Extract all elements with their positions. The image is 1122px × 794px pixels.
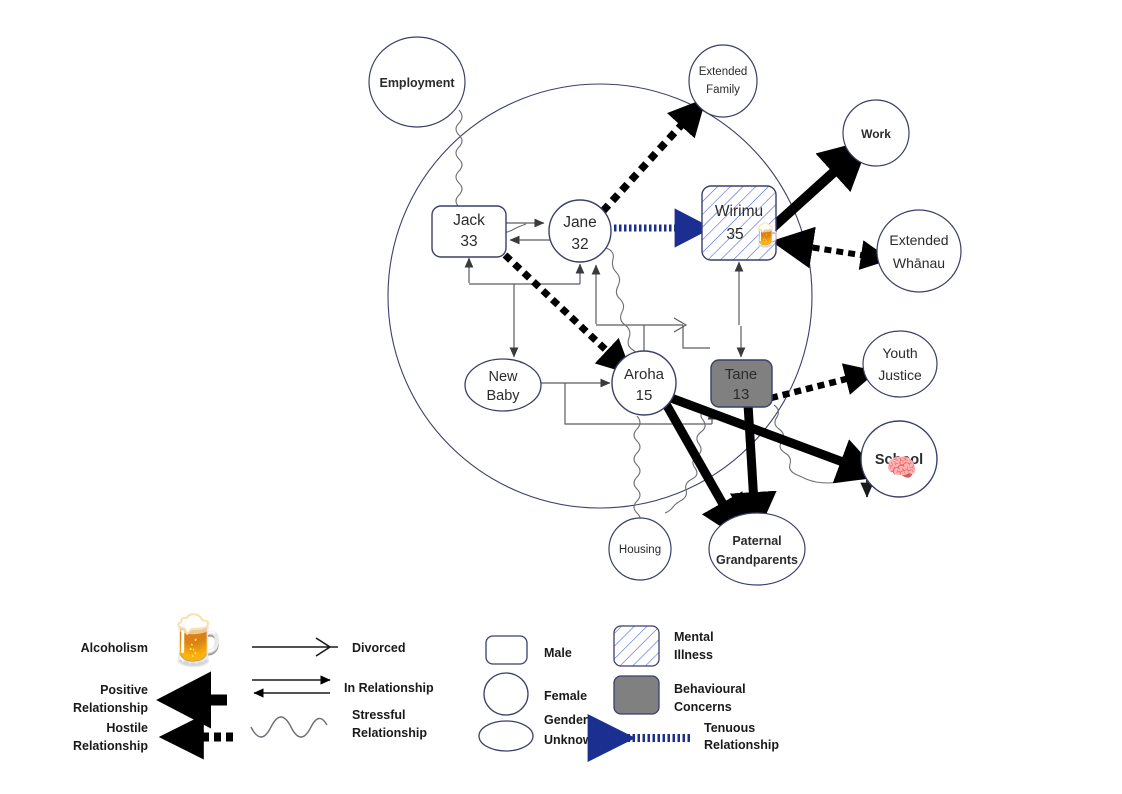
link-tane-down-stem xyxy=(682,325,710,349)
legend-in-relationship-icon xyxy=(252,675,331,698)
node-aroha[interactable]: Aroha 15 xyxy=(611,350,677,416)
legend-wavy-icon xyxy=(250,716,328,738)
node-extended-family-line2: Family xyxy=(706,84,740,96)
node-wirimu-name: Wirimu xyxy=(715,203,763,220)
hostile-jane-extfamily xyxy=(600,98,707,214)
legend-tenuous-line2: Relationship xyxy=(704,738,779,752)
legend-positive-label-line1: Positive xyxy=(100,683,148,697)
node-employment[interactable]: Employment xyxy=(368,36,466,128)
node-paternal-grandparents[interactable]: Paternal Grandparents xyxy=(708,512,806,586)
node-jack[interactable]: Jack 33 xyxy=(431,205,507,258)
hostile-wirimu-extwhanau xyxy=(771,226,891,270)
legend-positive-label-line2: Relationship xyxy=(73,701,148,715)
legend-male-icon xyxy=(485,635,528,665)
node-tane[interactable]: Tane 13 xyxy=(710,359,773,408)
legend-in-relationship-label: In Relationship xyxy=(344,681,434,695)
legend-mental-illness-line2: Illness xyxy=(674,648,713,662)
diagram-svg: Jack 33 Jane 32 Wirimu 35 New Baby Aroha… xyxy=(73,36,962,762)
legend-hostile-label-line2: Relationship xyxy=(73,739,148,753)
positive-wirimu-work xyxy=(768,139,871,232)
node-work[interactable]: Work xyxy=(842,99,910,167)
legend-mental-illness-icon xyxy=(613,625,660,667)
legend-female-icon xyxy=(483,672,529,716)
legend-stressful-label-line1: Stressful xyxy=(352,708,406,722)
node-new-baby-line2: Baby xyxy=(486,388,520,404)
beer-glass-icon-wirimu: 🍺 xyxy=(752,223,781,249)
node-extended-whanau-line2: Whānau xyxy=(893,255,945,271)
positive-tane-patgrand xyxy=(729,403,777,538)
hostile-jack-aroha xyxy=(502,252,633,375)
node-jane-age: 32 xyxy=(571,236,588,253)
node-extended-family-line1: Extended xyxy=(699,66,748,78)
node-youth-justice-line2: Justice xyxy=(878,367,922,383)
node-aroha-name: Aroha xyxy=(624,366,665,383)
hostile-tane-youthjustice xyxy=(770,363,878,402)
node-employment-label: Employment xyxy=(379,76,455,90)
node-housing[interactable]: Housing xyxy=(608,517,672,581)
legend-mental-illness-line1: Mental xyxy=(674,630,714,644)
node-wirimu-age: 35 xyxy=(726,226,743,243)
node-new-baby[interactable]: New Baby xyxy=(464,358,542,412)
node-jane-name: Jane xyxy=(563,214,597,231)
node-jack-name: Jack xyxy=(453,212,485,229)
head-with-brain-icon-school: 🧠 xyxy=(886,453,918,482)
legend-divorced-label: Divorced xyxy=(352,641,406,655)
node-paternal-grandparents-line1: Paternal xyxy=(732,534,781,548)
node-jack-age: 33 xyxy=(460,233,477,250)
node-paternal-grandparents-line2: Grandparents xyxy=(716,553,798,567)
legend-stressful-label-line2: Relationship xyxy=(352,726,427,740)
legend-behavioural-concerns-line2: Concerns xyxy=(674,700,732,714)
legend-gender-unknown-line1: Gender xyxy=(544,713,588,727)
node-new-baby-line1: New xyxy=(488,369,518,385)
node-extended-whanau-line1: Extended xyxy=(889,232,948,248)
genogram-ecomap-canvas: Jack 33 Jane 32 Wirimu 35 New Baby Aroha… xyxy=(0,0,1122,794)
legend-behavioural-concerns-icon xyxy=(613,675,660,715)
node-tane-age: 13 xyxy=(733,386,750,403)
node-youth-justice[interactable]: Youth Justice xyxy=(862,330,938,398)
node-youth-justice-line1: Youth xyxy=(882,345,917,361)
legend-alcoholism-label: Alcoholism xyxy=(81,641,148,655)
node-extended-family[interactable]: Extended Family xyxy=(688,44,758,118)
legend-hostile-label-line1: Hostile xyxy=(106,721,148,735)
legend-female-label: Female xyxy=(544,689,587,703)
legend-gender-unknown-line2: Unknown xyxy=(544,733,600,747)
node-tane-name: Tane xyxy=(725,366,758,383)
node-work-label: Work xyxy=(861,127,891,141)
node-extended-whanau[interactable]: Extended Whānau xyxy=(876,209,962,293)
legend-tenuous-line1: Tenuous xyxy=(704,721,755,735)
node-jane[interactable]: Jane 32 xyxy=(548,199,612,263)
legend-gender-unknown-icon xyxy=(478,720,534,752)
legend-divorced-icon xyxy=(252,637,338,657)
beer-glass-icon-legend: 🍺 xyxy=(165,612,227,669)
legend-behavioural-concerns-line1: Behavioural xyxy=(674,682,746,696)
wavy-aroha-housing xyxy=(633,415,642,536)
stressful-relationship-links xyxy=(455,109,853,536)
legend-male-label: Male xyxy=(544,646,572,660)
node-housing-label: Housing xyxy=(619,544,661,556)
node-aroha-age: 15 xyxy=(636,387,653,404)
